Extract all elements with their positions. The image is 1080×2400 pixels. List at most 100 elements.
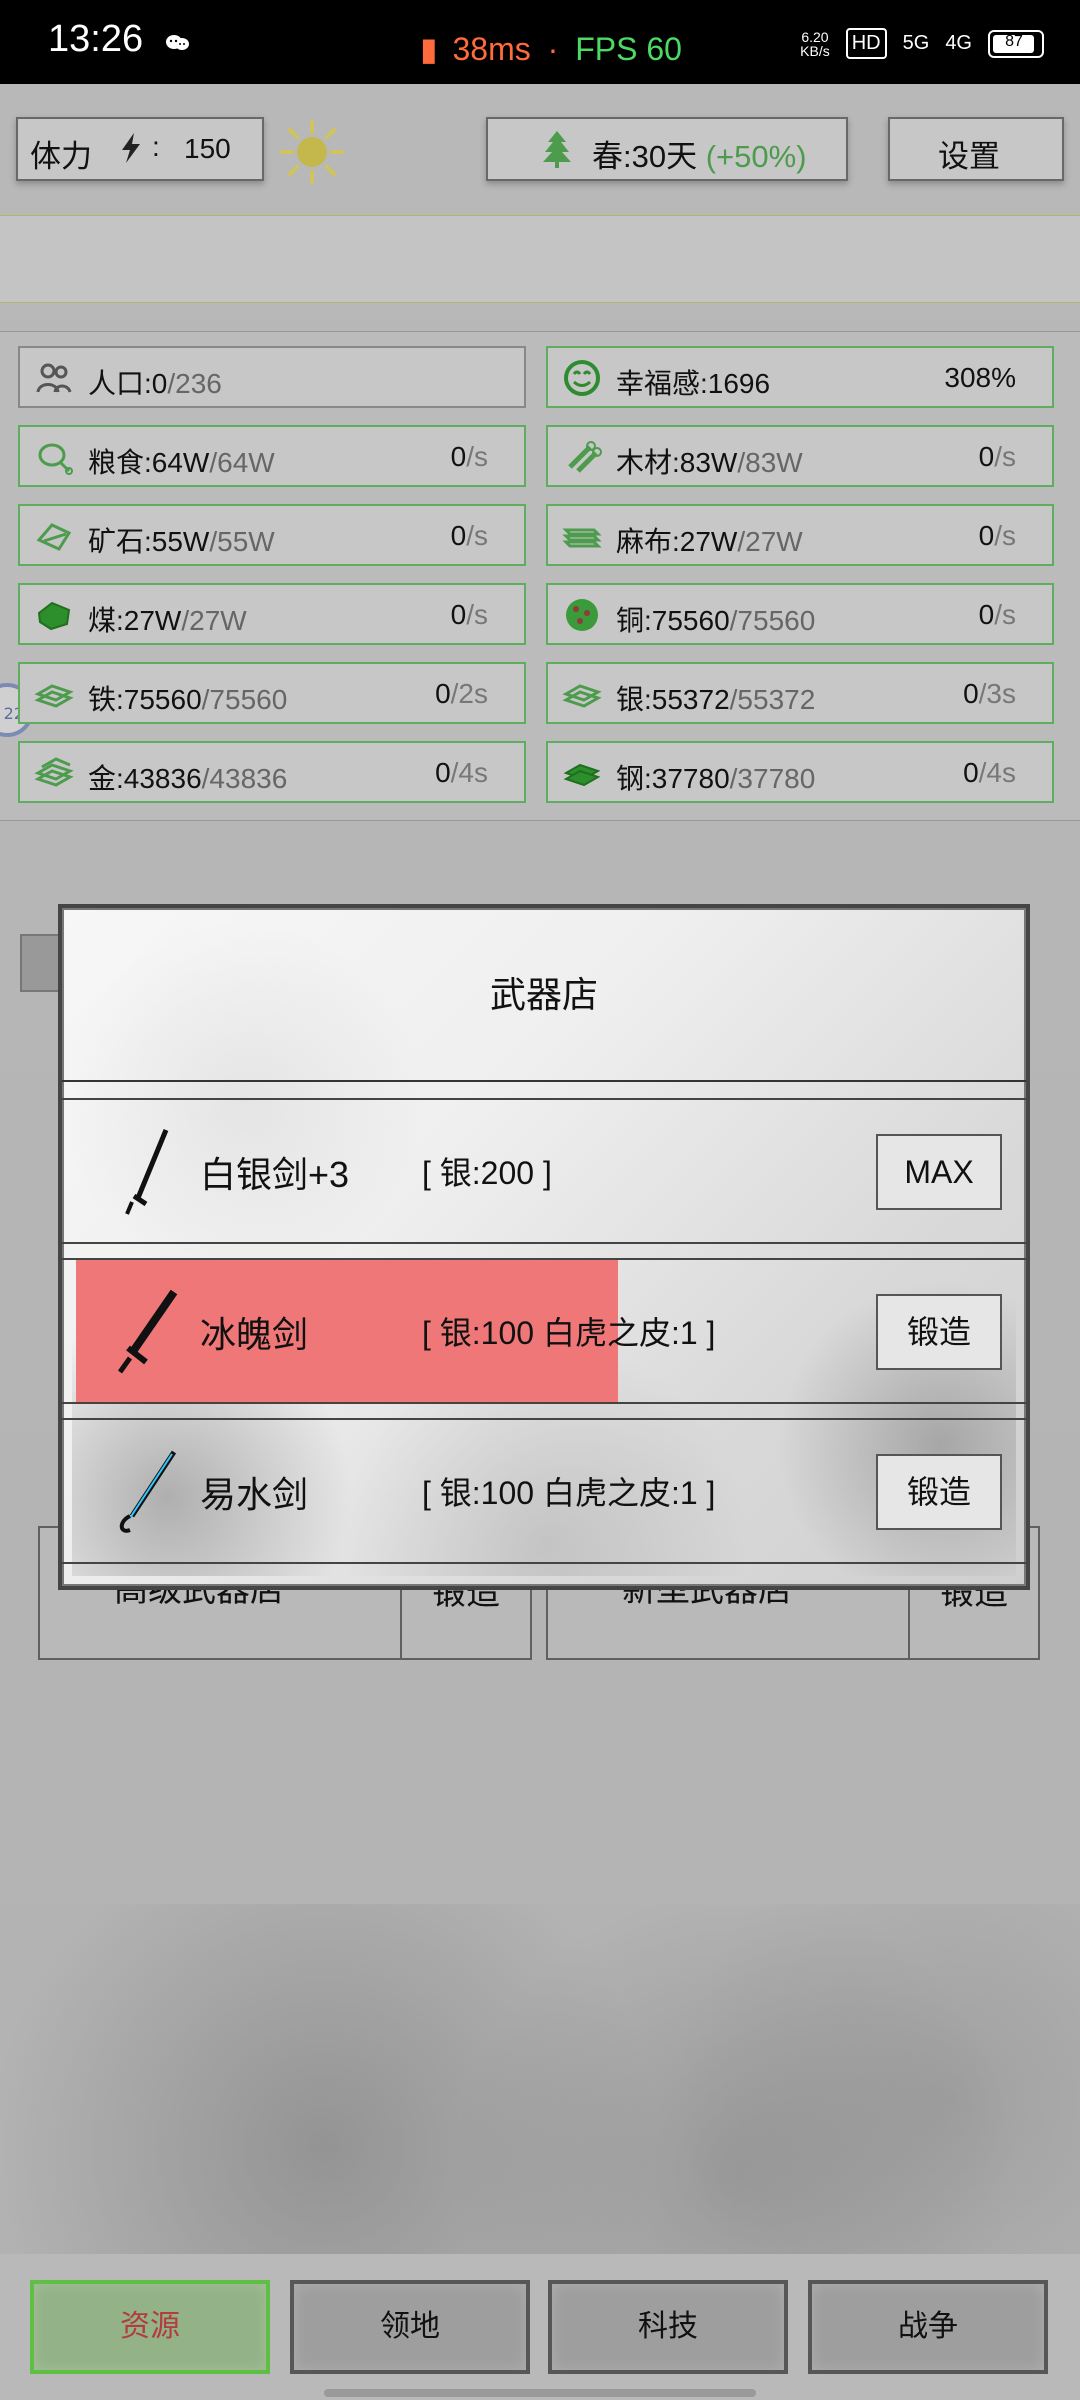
cloth-icon bbox=[562, 528, 602, 548]
nav-technology[interactable]: 科技 bbox=[548, 2280, 788, 2374]
forge-button[interactable]: 锻造 bbox=[876, 1454, 1002, 1530]
stat-label: 人口:0/236 bbox=[88, 368, 222, 399]
cloth-stat: 麻布:27W/27W 0/s bbox=[546, 504, 1054, 566]
top-empty-strip bbox=[0, 215, 1080, 303]
iron-stat: 铁:75560/75560 0/2s bbox=[18, 662, 526, 724]
battery-icon: 87 bbox=[988, 29, 1044, 58]
copper-stat: 铜:75560/75560 0/s bbox=[546, 583, 1054, 645]
resource-stats-panel: 22 人口:0/236 幸福感:1696 308% 粮食:64W/64W 0/s bbox=[0, 331, 1080, 821]
bottom-navigation: 资源 领地 科技 战争 bbox=[0, 2254, 1080, 2400]
weapon-shop-modal: 武器店 白银剑+3 [ 银:200 ] MAX 冰魄剑 [ 银:100 白虎之皮… bbox=[58, 904, 1030, 1590]
latency-text: 38ms bbox=[452, 31, 531, 67]
item-name: 白银剑+3 bbox=[200, 1154, 350, 1195]
item-cost: [ 银:100 白虎之皮:1 ] bbox=[422, 1475, 716, 1511]
hd-icon: HD bbox=[845, 28, 887, 59]
stat-rate: 0/4s bbox=[435, 757, 488, 788]
item-name: 易水剑 bbox=[200, 1474, 309, 1515]
silver-icon bbox=[562, 684, 602, 708]
settings-button[interactable]: 设置 bbox=[888, 117, 1064, 181]
stat-rate: 0/s bbox=[450, 441, 488, 472]
stat-label: 粮食:64W/64W bbox=[88, 447, 275, 478]
stat-rate: 0/4s bbox=[963, 757, 1016, 788]
stat-label: 钢:37780/37780 bbox=[616, 763, 816, 794]
steel-icon bbox=[563, 763, 601, 787]
ore-icon bbox=[36, 523, 72, 551]
stat-rate: 0/3s bbox=[963, 678, 1016, 709]
stat-rate: 0/s bbox=[450, 520, 488, 551]
status-bar: 13:26 ▮ 38ms · FPS 60 6.20 KB/s HD 5G 4G… bbox=[0, 0, 1080, 84]
power-label: 体力 bbox=[30, 139, 92, 174]
copper-icon bbox=[566, 599, 598, 631]
ice-sword-row: 冰魄剑 [ 银:100 白虎之皮:1 ] 锻造 bbox=[62, 1258, 1026, 1404]
stat-label: 金:43836/43836 bbox=[88, 763, 288, 794]
food-stat: 粮食:64W/64W 0/s bbox=[18, 425, 526, 487]
performance-indicator: ▮ 38ms · FPS 60 bbox=[420, 30, 682, 68]
signal-4g: 4G bbox=[945, 32, 972, 54]
season-text: 春:30天 (+50%) bbox=[592, 139, 807, 174]
item-cost: [ 银:100 白虎之皮:1 ] bbox=[422, 1315, 716, 1351]
settings-label: 设置 bbox=[938, 139, 1000, 174]
stat-label: 铜:75560/75560 bbox=[616, 605, 816, 636]
lightning-icon bbox=[122, 133, 140, 163]
steel-stat: 钢:37780/37780 0/4s bbox=[546, 741, 1054, 803]
max-button[interactable]: MAX bbox=[876, 1134, 1002, 1210]
fps-text: FPS 60 bbox=[575, 31, 682, 67]
silver-sword-row: 白银剑+3 [ 银:200 ] MAX bbox=[62, 1098, 1026, 1244]
ore-stat: 矿石:55W/55W 0/s bbox=[18, 504, 526, 566]
title-divider bbox=[62, 1080, 1026, 1082]
season-box: 春:30天 (+50%) bbox=[486, 117, 848, 181]
happiness-stat: 幸福感:1696 308% bbox=[546, 346, 1054, 408]
stat-rate: 0/s bbox=[978, 599, 1016, 630]
network-speed: 6.20 KB/s bbox=[800, 28, 830, 59]
power-box: 体力 : 150 bbox=[16, 117, 264, 181]
sun-icon bbox=[280, 120, 344, 184]
status-time: 13:26 bbox=[48, 18, 144, 60]
battery-text: 87 bbox=[1005, 32, 1023, 50]
home-indicator[interactable] bbox=[324, 2389, 756, 2397]
silver-stat: 银:55372/55372 0/3s bbox=[546, 662, 1054, 724]
smile-icon bbox=[564, 360, 600, 396]
people-icon bbox=[36, 363, 72, 393]
ice-sword-icon bbox=[117, 1289, 178, 1374]
stat-rate: 0/s bbox=[978, 520, 1016, 551]
stat-rate: 0/s bbox=[978, 441, 1016, 472]
tree-icon bbox=[543, 131, 571, 168]
item-name: 冰魄剑 bbox=[200, 1314, 309, 1355]
silver-sword-icon bbox=[125, 1129, 169, 1215]
signal-5g: 5G bbox=[902, 32, 930, 54]
power-value: 150 bbox=[184, 133, 231, 164]
nav-resources[interactable]: 资源 bbox=[30, 2280, 270, 2374]
stat-label: 铁:75560/75560 bbox=[88, 684, 288, 715]
stat-label: 麻布:27W/27W bbox=[616, 526, 803, 557]
iron-icon bbox=[34, 684, 74, 708]
wood-stat: 木材:83W/83W 0/s bbox=[546, 425, 1054, 487]
wood-icon bbox=[568, 441, 602, 473]
coal-stat: 煤:27W/27W 0/s bbox=[18, 583, 526, 645]
forge-button[interactable]: 锻造 bbox=[876, 1294, 1002, 1370]
stat-label: 幸福感:1696 bbox=[616, 368, 771, 399]
stat-label: 木材:83W/83W bbox=[616, 447, 803, 478]
stat-rate: 0/2s bbox=[435, 678, 488, 709]
meat-icon bbox=[38, 443, 73, 475]
stat-label: 银:55372/55372 bbox=[616, 684, 816, 715]
separator-dot: · bbox=[547, 31, 559, 67]
item-cost: [ 银:200 ] bbox=[422, 1155, 552, 1191]
gold-stat: 金:43836/43836 0/4s bbox=[18, 741, 526, 803]
yishui-sword-row: 易水剑 [ 银:100 白虎之皮:1 ] 锻造 bbox=[62, 1418, 1026, 1564]
stat-rate: 0/s bbox=[450, 599, 488, 630]
population-stat: 人口:0/236 bbox=[18, 346, 526, 408]
stat-label: 矿石:55W/55W bbox=[88, 526, 275, 557]
status-right-group: 6.20 KB/s HD 5G 4G 87 bbox=[800, 28, 1044, 59]
gold-icon bbox=[34, 757, 74, 787]
season-bonus: (+50%) bbox=[705, 139, 807, 174]
yishui-sword-icon bbox=[119, 1450, 177, 1533]
wechat-icon bbox=[166, 35, 189, 50]
stat-rate: 308% bbox=[944, 362, 1016, 393]
nav-war[interactable]: 战争 bbox=[808, 2280, 1048, 2374]
signal-bars-icon: ▮ bbox=[420, 31, 438, 67]
coal-icon bbox=[37, 601, 71, 631]
nav-territory[interactable]: 领地 bbox=[290, 2280, 530, 2374]
modal-title: 武器店 bbox=[489, 974, 598, 1015]
stat-label: 煤:27W/27W bbox=[88, 605, 247, 636]
power-colon: : bbox=[152, 131, 160, 162]
